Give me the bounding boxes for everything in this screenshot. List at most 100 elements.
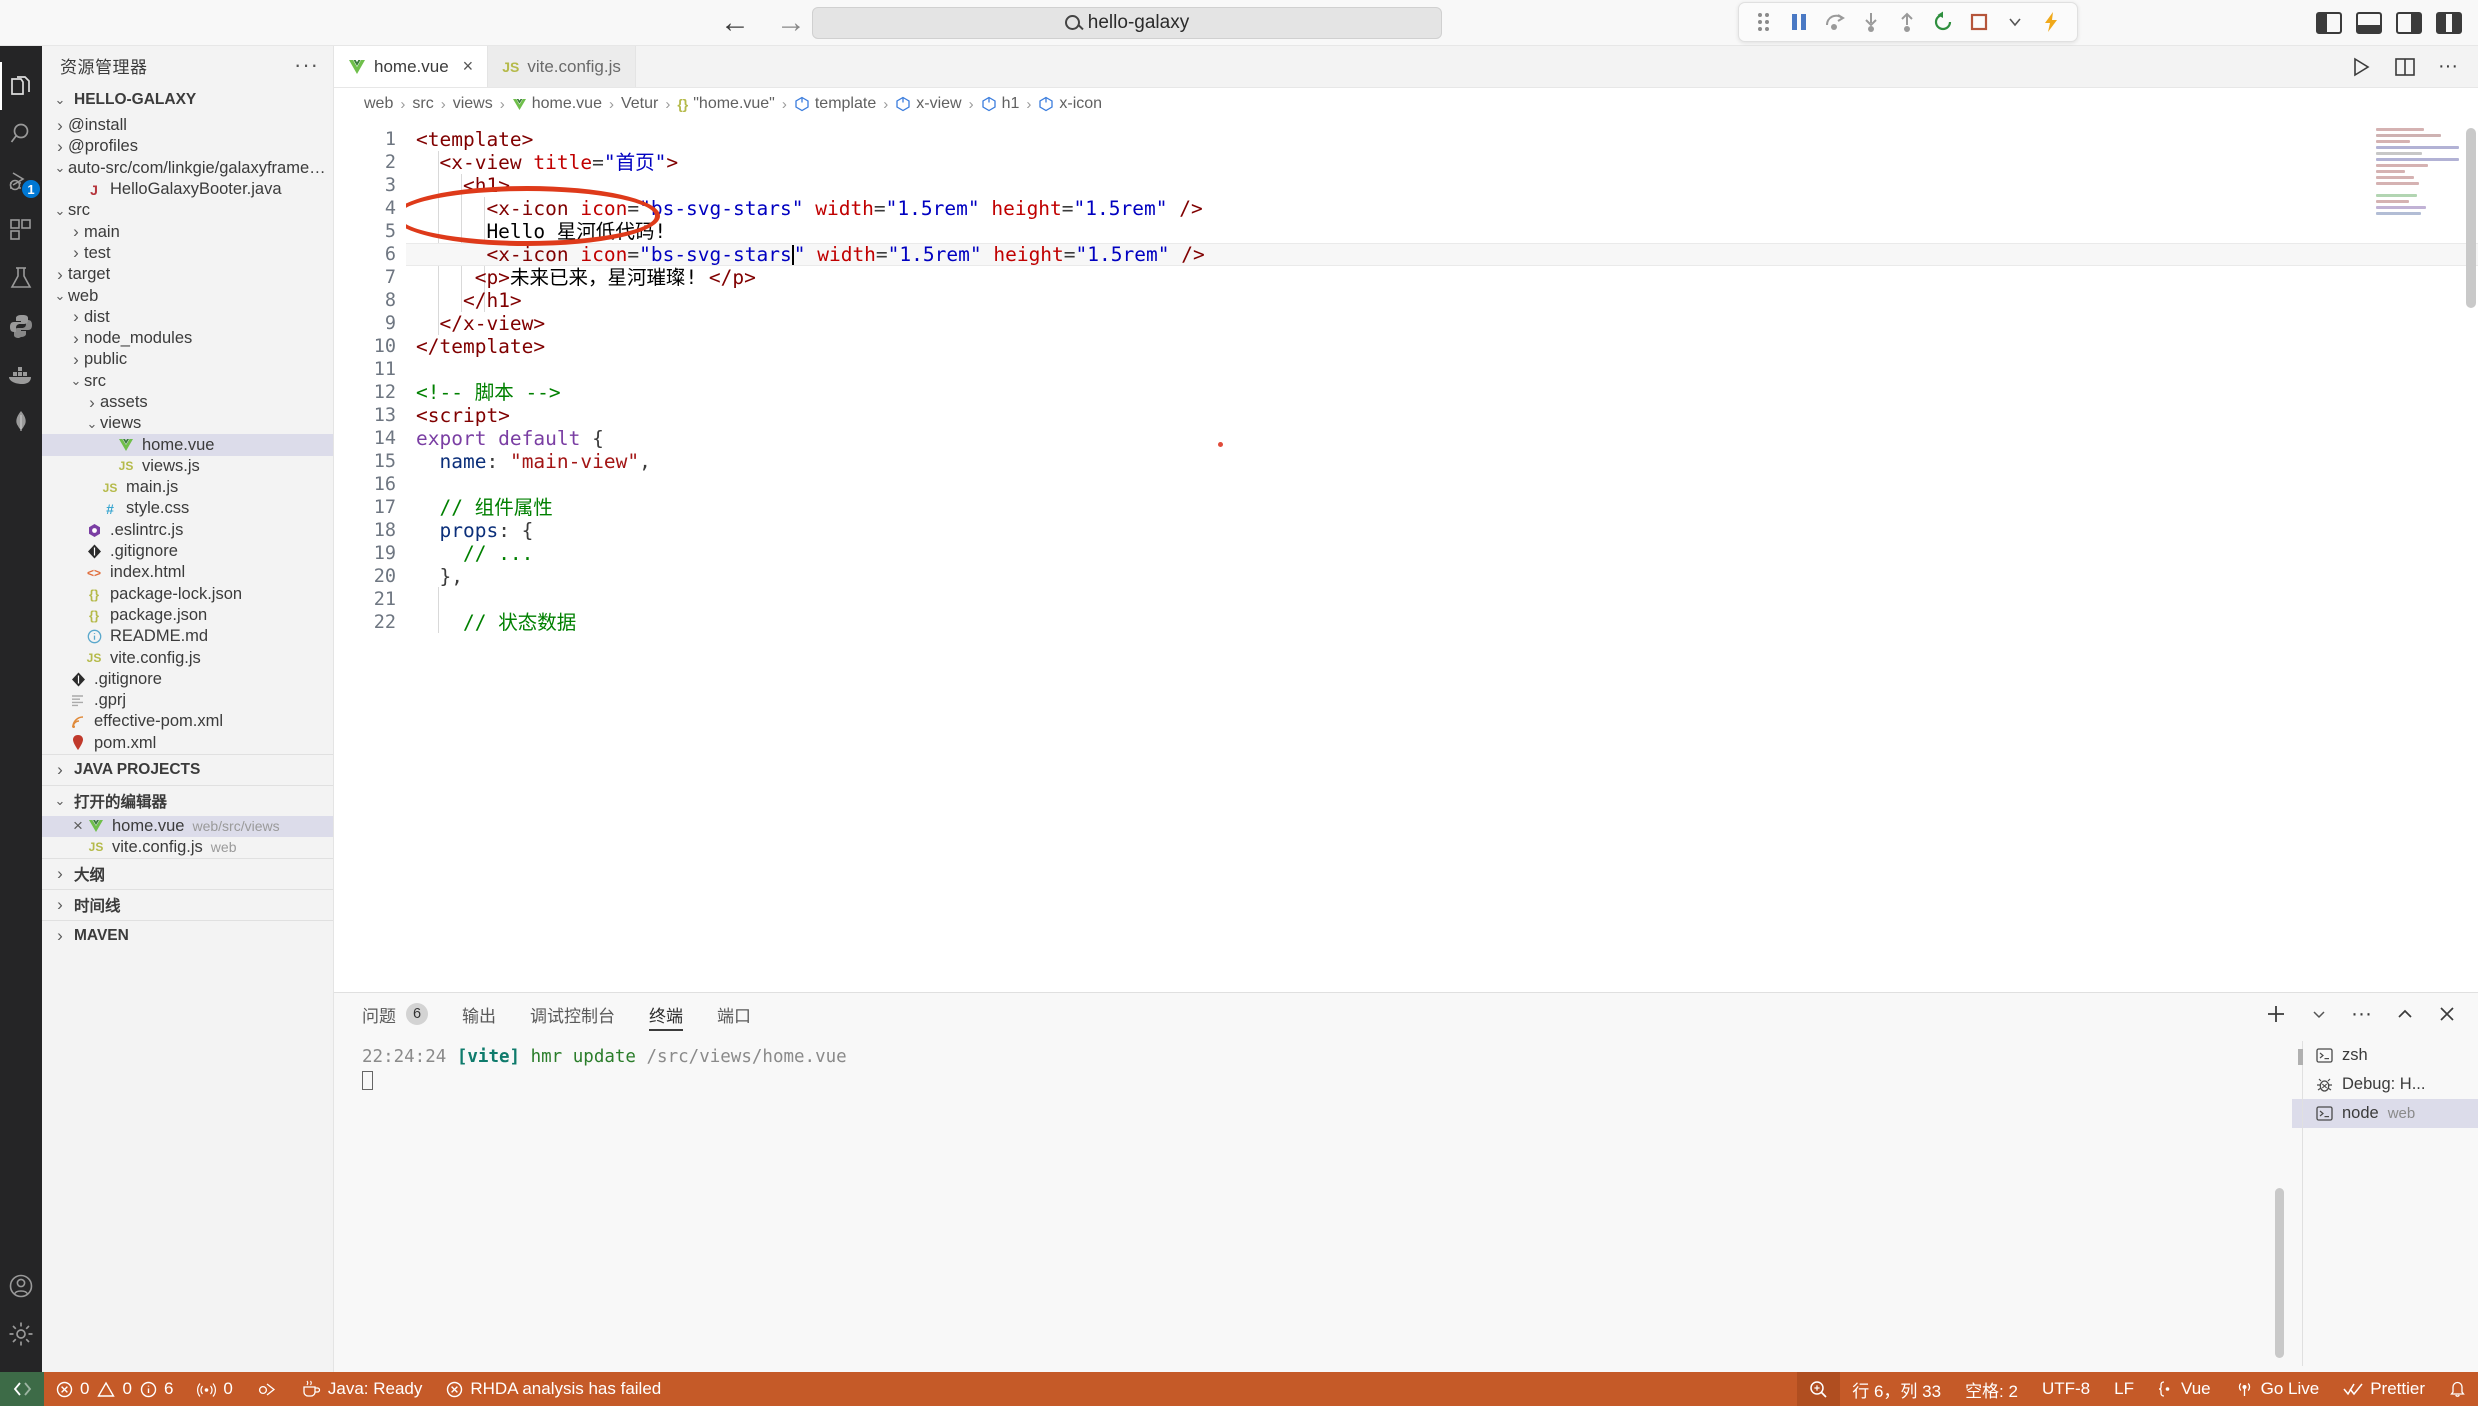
sidebar-item-testing[interactable] <box>0 254 42 302</box>
tab-vite-config[interactable]: JS vite.config.js <box>488 46 636 87</box>
open-editor-item[interactable]: JS vite.config.js web <box>42 837 333 858</box>
terminal-output[interactable]: 22:24:24 [vite] hmr update /src/views/ho… <box>334 1035 2292 1372</box>
chevron-down-icon[interactable] <box>2311 1006 2327 1022</box>
chevron-up-icon[interactable] <box>2396 1006 2414 1022</box>
sidebar-item-search[interactable] <box>0 110 42 158</box>
terminal-list-item[interactable]: zsh <box>2292 1041 2478 1070</box>
sidebar-section-JAVA PROJECTS[interactable]: › JAVA PROJECTS <box>42 753 333 785</box>
panel-tab-终端[interactable]: 终端 <box>649 993 683 1035</box>
status-item-debug-alt-icon[interactable] <box>245 1372 289 1406</box>
tree-file-item[interactable]: README.md <box>42 626 333 647</box>
code-content[interactable]: <template> <x-view title="首页"> <h1> <x-i… <box>406 120 2478 992</box>
tree-file-item[interactable]: {} package.json <box>42 605 333 626</box>
toggle-primary-sidebar-icon[interactable] <box>2316 11 2342 34</box>
status-item-RHDA analysis has failed[interactable]: RHDA analysis has failed <box>434 1372 673 1406</box>
breadcrumb-item[interactable]: {} "home.vue" <box>677 95 775 113</box>
tree-file-item[interactable]: .gprj <box>42 690 333 711</box>
tree-folder-item[interactable]: › test <box>42 243 333 264</box>
tab-close-icon[interactable]: × <box>463 56 474 77</box>
sidebar-section-大纲[interactable]: › 大纲 <box>42 857 333 889</box>
breadcrumb-item[interactable]: h1 <box>981 95 1019 113</box>
breadcrumb-item[interactable]: src <box>412 95 433 113</box>
lightning-icon[interactable] <box>2033 5 2069 39</box>
split-editor-icon[interactable] <box>2394 56 2416 78</box>
open-editor-item[interactable]: × home.vue web/src/views <box>42 815 333 837</box>
tree-folder-item[interactable]: › assets <box>42 392 333 413</box>
status-item-0[interactable]: 0 <box>93 1372 135 1406</box>
tree-file-item[interactable]: <> index.html <box>42 562 333 583</box>
sidebar-item-explorer[interactable] <box>0 62 42 110</box>
sidebar-item-python[interactable] <box>0 302 42 350</box>
sidebar-item-docker[interactable] <box>0 350 42 398</box>
terminal-list-item[interactable]: Debug: H... <box>2292 1070 2478 1099</box>
editor-minimap[interactable] <box>2376 128 2462 248</box>
run-icon[interactable] <box>2350 56 2372 78</box>
tree-folder-item[interactable]: › @profiles <box>42 136 333 157</box>
tree-file-item[interactable]: JS main.js <box>42 477 333 498</box>
breadcrumb-item[interactable]: home.vue <box>512 95 602 113</box>
status-item-Go Live[interactable]: Go Live <box>2223 1372 2332 1406</box>
chevron-down-icon[interactable] <box>1997 5 2033 39</box>
tree-folder-item[interactable]: ⌄ web <box>42 285 333 306</box>
tree-file-item[interactable]: .gitignore <box>42 669 333 690</box>
breadcrumb-item[interactable]: x-view <box>895 95 962 113</box>
close-icon[interactable]: × <box>70 816 86 836</box>
tree-file-item[interactable]: home.vue <box>42 434 333 456</box>
breadcrumb-item[interactable]: template <box>794 95 876 113</box>
tree-folder-item[interactable]: › target <box>42 264 333 285</box>
sidebar-item-run-debug[interactable]: 1 <box>0 158 42 206</box>
status-item-UTF-8[interactable]: UTF-8 <box>2030 1372 2102 1406</box>
status-item-Prettier[interactable]: Prettier <box>2331 1372 2437 1406</box>
status-item-行 6，列 33[interactable]: 行 6，列 33 <box>1840 1372 1953 1406</box>
code-editor[interactable]: 1 2 3 4 5 6 7 8 9 10 11 12 13 14 15 16 17 18 19 20 21 22 <tem… <box>334 120 2478 992</box>
status-item-Vue[interactable]: Vue <box>2146 1372 2223 1406</box>
close-icon[interactable] <box>2438 1005 2456 1023</box>
sidebar-more-icon[interactable]: ··· <box>294 52 319 78</box>
stop-icon[interactable] <box>1961 5 1997 39</box>
status-item-LF[interactable]: LF <box>2102 1372 2146 1406</box>
status-item-0[interactable]: 0 <box>185 1372 244 1406</box>
breadcrumb-item[interactable]: Vetur <box>621 95 658 113</box>
sidebar-item-mongodb[interactable] <box>0 398 42 446</box>
breadcrumb-item[interactable]: x-icon <box>1038 95 1102 113</box>
tree-folder-item[interactable]: ⌄ src <box>42 371 333 392</box>
tree-folder-item[interactable]: › public <box>42 349 333 370</box>
status-item-空格: 2[interactable]: 空格: 2 <box>1953 1372 2030 1406</box>
accounts-button[interactable] <box>0 1262 42 1310</box>
tree-file-item[interactable]: pom.xml <box>42 733 333 754</box>
editor-more-icon[interactable]: ··· <box>2438 55 2458 78</box>
sidebar-item-extensions[interactable] <box>0 206 42 254</box>
panel-tab-端口[interactable]: 端口 <box>717 993 751 1035</box>
restart-icon[interactable] <box>1925 5 1961 39</box>
add-terminal-icon[interactable] <box>2265 1003 2287 1025</box>
remote-host-button[interactable] <box>0 1372 44 1406</box>
step-out-icon[interactable] <box>1889 5 1925 39</box>
editor-scrollbar[interactable] <box>2466 128 2476 308</box>
sidebar-section-MAVEN[interactable]: › MAVEN <box>42 919 333 951</box>
panel-tab-调试控制台[interactable]: 调试控制台 <box>530 993 615 1035</box>
tree-folder-item[interactable]: › main <box>42 221 333 242</box>
pause-icon[interactable] <box>1781 5 1817 39</box>
toggle-panel-icon[interactable] <box>2356 11 2382 34</box>
tree-file-item[interactable]: J HelloGalaxyBooter.java <box>42 179 333 200</box>
breadcrumb-item[interactable]: web <box>364 95 393 113</box>
tree-file-item[interactable]: JS vite.config.js <box>42 647 333 668</box>
toggle-secondary-sidebar-icon[interactable] <box>2396 11 2422 34</box>
step-into-icon[interactable] <box>1853 5 1889 39</box>
forward-arrow-icon[interactable]: → <box>776 7 806 38</box>
sidebar-section-打开的编辑器[interactable]: ⌄ 打开的编辑器 <box>42 784 333 816</box>
tree-folder-item[interactable]: › dist <box>42 307 333 328</box>
status-item-Java: Ready[interactable]: Java: Ready <box>289 1372 435 1406</box>
status-item-0[interactable]: 0 <box>44 1372 93 1406</box>
step-over-icon[interactable] <box>1817 5 1853 39</box>
tree-file-item[interactable]: effective-pom.xml <box>42 711 333 732</box>
tree-file-item[interactable]: .gitignore <box>42 541 333 562</box>
tab-home-vue[interactable]: home.vue × <box>334 46 489 87</box>
tree-folder-item[interactable]: ⌄ src <box>42 200 333 221</box>
status-item-bell-icon[interactable] <box>2437 1372 2478 1406</box>
terminal-list-item[interactable]: node web <box>2292 1099 2478 1128</box>
status-item-6[interactable]: 6 <box>136 1372 185 1406</box>
tree-folder-item[interactable]: › node_modules <box>42 328 333 349</box>
terminal-scrollbar[interactable] <box>2275 1188 2284 1358</box>
panel-tab-问题[interactable]: 问题 6 <box>362 993 428 1035</box>
